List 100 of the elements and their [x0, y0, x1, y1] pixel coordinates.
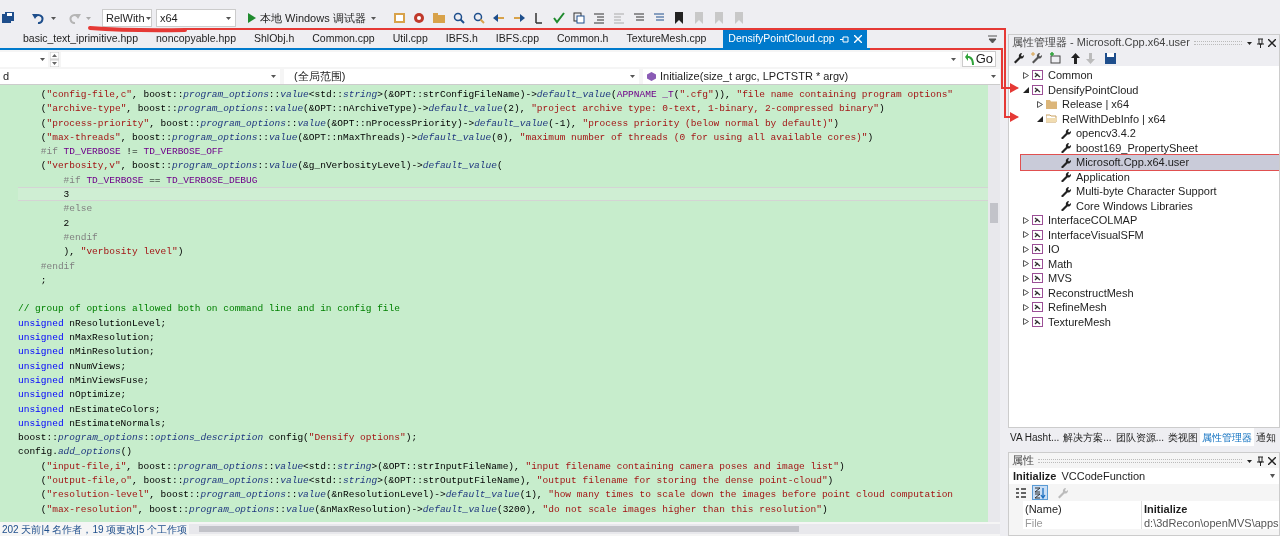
project-icon [1032, 70, 1043, 81]
tree-item[interactable]: RefineMesh [1021, 300, 1279, 315]
tree-item[interactable]: TextureMesh [1021, 314, 1279, 329]
scope-dropdown[interactable]: (全局范围) [284, 68, 639, 84]
vertical-scrollbar[interactable] [988, 85, 1000, 522]
code-line: unsigned nMaxResolution; [18, 331, 156, 345]
file-tab[interactable]: basic_text_iprimitive.hpp [14, 30, 147, 48]
start-debugging-button[interactable]: 本地 Windows 调试器 [246, 9, 379, 27]
panel-tab[interactable]: 解决方案... [1061, 428, 1114, 446]
arrow-right-icon[interactable] [512, 12, 525, 24]
expander-icon[interactable] [1023, 289, 1029, 297]
code-line: ("config-file,c", boost::program_options::value<std::string>(&OPT::strConfigFileName)->default_value(APPNAME _T(".cfg")), "file name containing program options" [39, 88, 955, 102]
undo-icon[interactable] [32, 12, 46, 24]
file-tab[interactable]: IBFS.h [436, 30, 487, 48]
horizontal-scrollbar[interactable] [189, 524, 1000, 534]
scrollbar-thumb[interactable] [199, 526, 800, 532]
pin-icon[interactable] [1257, 37, 1264, 48]
tree-item[interactable]: IO [1021, 242, 1279, 257]
caret-icon [1270, 474, 1275, 478]
tree-item[interactable]: Common [1021, 68, 1279, 83]
tree-item[interactable]: boost169_PropertySheet [1021, 140, 1279, 155]
configuration-dropdown[interactable]: RelWith [102, 9, 152, 27]
sort-alphabetical-button[interactable] [1032, 485, 1048, 500]
panel-title: 属性管理器 - Microsoft.Cpp.x64.user [1012, 35, 1190, 51]
file-tab[interactable]: Common.cpp [303, 30, 384, 48]
indent-icon[interactable] [592, 12, 605, 24]
find-icon[interactable] [452, 12, 465, 24]
bookmark-icon[interactable] [672, 12, 685, 24]
file-tab[interactable]: ShlObj.h [245, 30, 304, 48]
file-tab[interactable]: Common.h [548, 30, 618, 48]
sort-icon [1034, 486, 1046, 499]
tree-item[interactable]: Core Windows Libraries [1021, 198, 1279, 213]
tree-item[interactable]: Release | x64 [1021, 97, 1279, 112]
file-tab[interactable]: Util.cpp [383, 30, 437, 48]
tree-item[interactable]: opencv3.4.2 [1021, 126, 1279, 141]
expander-icon[interactable] [1023, 245, 1029, 253]
expander-icon[interactable] [1023, 231, 1029, 239]
platform-dropdown[interactable]: x64 [156, 9, 236, 27]
expander-icon[interactable] [1023, 86, 1029, 94]
tree-item[interactable]: InterfaceVisualSFM [1021, 227, 1279, 242]
caret-icon[interactable] [1246, 39, 1253, 46]
member-dropdown[interactable]: Initialize(size_t argc, LPCTSTR * argv) [643, 68, 1000, 84]
expander-icon[interactable] [1037, 115, 1043, 123]
tree-item[interactable]: DensifyPointCloud [1021, 82, 1279, 97]
tree-item[interactable]: Math [1021, 256, 1279, 271]
tree-item[interactable]: Microsoft.Cpp.x64.user [1021, 155, 1279, 170]
tree-item[interactable]: RelWithDebInfo | x64 [1021, 111, 1279, 126]
panel-tab[interactable]: 类视图 [1166, 428, 1200, 446]
method-icon [647, 71, 656, 81]
expander-icon[interactable] [1023, 71, 1029, 79]
arrow-left-icon[interactable] [492, 12, 505, 24]
add-sheet-icon[interactable] [1049, 52, 1061, 64]
panel-tab[interactable]: 团队资源... [1113, 428, 1166, 446]
arrow-icon [964, 53, 975, 65]
close-icon[interactable] [1268, 38, 1276, 47]
arrow-up-icon[interactable] [1071, 52, 1080, 64]
wrench-icon[interactable] [1013, 52, 1025, 64]
panel-tab[interactable]: 属性管理器 [1200, 428, 1254, 446]
close-icon[interactable] [1268, 456, 1276, 465]
file-tab[interactable]: noncopyable.hpp [147, 30, 245, 48]
object-dropdown[interactable]: Initialize VCCodeFunction [1009, 468, 1279, 484]
code-line: config.add_options() [18, 445, 134, 459]
tree-item[interactable]: MVS [1021, 271, 1279, 286]
play-icon [248, 13, 256, 23]
tree-item[interactable]: InterfaceCOLMAP [1021, 213, 1279, 228]
find-icon[interactable] [472, 12, 485, 24]
comment-icon[interactable] [632, 12, 645, 24]
project-icon [1032, 258, 1043, 269]
code-line: unsigned nMinViewsFuse; [18, 373, 151, 388]
panel-tab[interactable]: VA Hasht... [1008, 428, 1062, 446]
add-sheet-icon[interactable] [1031, 52, 1043, 64]
file-tab[interactable]: TextureMesh.cpp [617, 30, 716, 48]
copy-icon[interactable] [572, 12, 585, 24]
pin-icon[interactable] [1257, 455, 1264, 466]
expander-icon[interactable] [1023, 303, 1029, 311]
check-icon[interactable] [552, 12, 565, 24]
save-all-icon[interactable] [2, 12, 14, 24]
expander-icon[interactable] [1023, 274, 1029, 282]
expander-icon[interactable] [1037, 100, 1043, 108]
find-field[interactable] [61, 51, 960, 67]
expander-icon[interactable] [1023, 260, 1029, 268]
caret-icon[interactable] [1246, 457, 1253, 464]
save-icon[interactable] [1105, 52, 1116, 64]
spinner-icon[interactable] [50, 51, 59, 67]
expander-icon[interactable] [1023, 318, 1029, 326]
tab-list-icon[interactable] [988, 35, 997, 43]
tree-item[interactable]: Application [1021, 169, 1279, 184]
categorized-button[interactable] [1013, 485, 1029, 500]
expander-icon[interactable] [1023, 216, 1029, 224]
code-line: ("verbosity,v", boost::program_options::value(&g_nVerbosityLevel)->default_value( [39, 159, 504, 173]
file-tab[interactable]: IBFS.cpp [486, 30, 549, 48]
go-button[interactable]: Go [961, 51, 996, 67]
panel-tab[interactable]: 通知 [1254, 428, 1278, 446]
project-icon [1032, 84, 1043, 95]
project-icon [1032, 302, 1043, 313]
tree-item[interactable]: ReconstructMesh [1021, 285, 1279, 300]
code-line: #if TD_VERBOSE == TD_VERBOSE_DEBUG [62, 173, 259, 188]
tree-item[interactable]: Multi-byte Character Support [1021, 184, 1279, 199]
scrollbar-thumb[interactable] [990, 203, 998, 223]
caret-icon[interactable] [50, 15, 57, 21]
